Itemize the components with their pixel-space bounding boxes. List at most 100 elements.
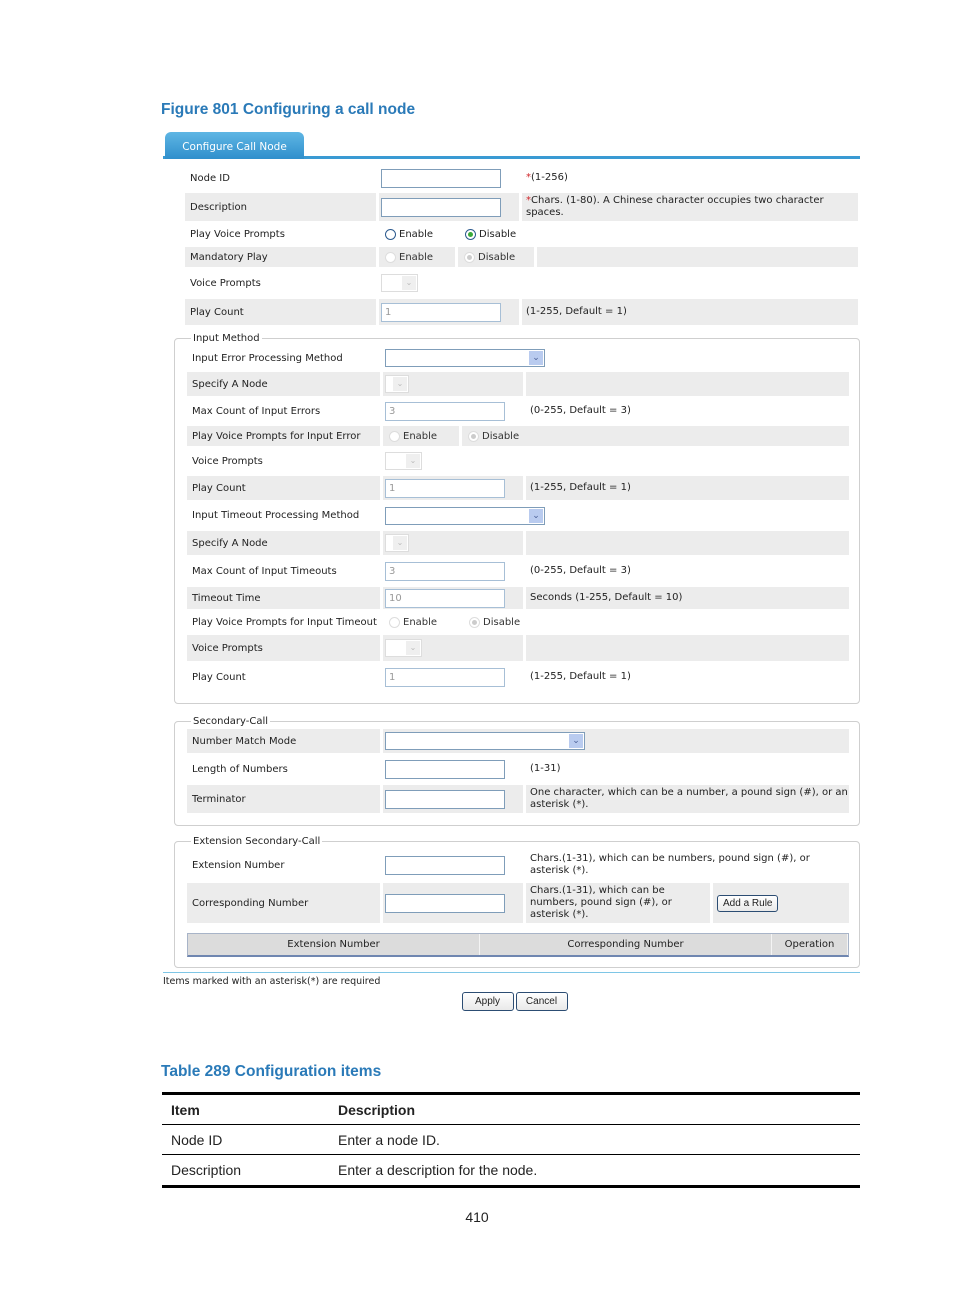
terminator-input[interactable] [385,789,505,809]
play-count-hint: (1-255, Default = 1) [530,671,631,682]
secondary-call-group: Secondary-Call Number Match Mode ⌄ Lengt… [174,716,860,826]
play-count-input[interactable]: 1 [385,667,505,687]
table-row: Node ID Enter a node ID. [162,1125,860,1155]
row-mandatory-play: Mandatory Play Enable Disable [185,247,858,267]
cell-item: Node ID [171,1131,223,1148]
cell-description: Enter a node ID. [338,1131,440,1148]
voice-prompts-label: Voice Prompts [190,277,261,289]
description-label: Description [185,193,376,221]
row-prompts-input-timeout: Play Voice Prompts for Input Timeout Ena… [187,611,849,633]
radio-selected-icon [465,228,476,240]
play-voice-prompts-enable-radio[interactable]: Enable [385,228,461,240]
header-description: Description [338,1101,416,1118]
configuration-items-table: Item Description Node ID Enter a node ID… [162,1092,860,1188]
basic-settings: Node ID * (1-256) Description *Chars. (1-… [163,165,860,325]
voice-prompts-select[interactable]: ⌄ [385,452,422,470]
radio-icon [389,430,400,442]
extension-number-label: Extension Number [192,859,285,871]
row-length-of-numbers: Length of Numbers (1-31) [187,755,849,783]
apply-button[interactable]: Apply [461,992,514,1011]
prompts-timeout-disable-radio[interactable]: Disable [469,616,545,628]
required-note: Items marked with an asterisk(*) are req… [163,976,381,987]
specify-node-select[interactable]: ⌄ [385,375,409,393]
row-play-voice-prompts: Play Voice Prompts Enable Disable [185,223,858,245]
max-input-timeouts-hint: (0-255, Default = 3) [530,565,631,576]
max-input-timeouts-input[interactable]: 3 [385,561,505,581]
table-header-row: Item Description [162,1095,860,1125]
row-max-input-timeouts: Max Count of Input Timeouts 3 (0-255, De… [187,557,849,585]
row-play-count-timeout: Play Count 1 (1-255, Default = 1) [187,663,849,691]
max-input-errors-input[interactable]: 3 [385,401,505,421]
play-count-hint: (1-255, Default = 1) [526,476,849,500]
chevron-down-icon: ⌄ [529,351,543,365]
row-timeout-time: Timeout Time 10 Seconds (1-255, Default … [187,587,849,609]
specify-node-select[interactable]: ⌄ [385,534,409,552]
column-operation[interactable]: Operation [772,934,848,955]
timeout-time-hint: Seconds (1-255, Default = 10) [526,587,849,609]
row-terminator: Terminator One character, which can be a… [187,785,849,813]
chevron-down-icon: ⌄ [393,536,407,550]
cell-description: Enter a description for the node. [338,1162,538,1178]
node-id-hint: (1-256) [531,172,568,183]
prompts-timeout-enable-radio[interactable]: Enable [389,616,465,628]
chevron-down-icon: ⌄ [529,508,543,523]
play-count-input[interactable]: 1 [385,478,505,498]
row-max-input-errors: Max Count of Input Errors 3 (0-255, Defa… [187,398,849,424]
radio-icon [389,616,400,628]
rules-table-header: Extension Number Corresponding Number Op… [187,933,849,957]
prompts-error-disable-radio[interactable]: Disable [468,430,544,442]
input-timeout-method-label: Input Timeout Processing Method [192,510,360,521]
column-extension-number[interactable]: Extension Number [188,934,480,955]
radio-selected-icon [469,616,480,628]
description-input[interactable] [381,197,501,217]
chevron-down-icon: ⌄ [406,454,420,468]
mandatory-play-disable-radio[interactable]: Disable [464,251,534,263]
column-corresponding-number[interactable]: Corresponding Number [480,934,772,955]
length-of-numbers-label: Length of Numbers [192,763,288,775]
figure-caption: Figure 801 Configuring a call node [161,101,416,118]
length-of-numbers-input[interactable] [385,759,505,779]
play-count-input[interactable]: 1 [381,302,501,322]
row-specify-node: Specify A Node ⌄ [187,372,849,396]
table-caption: Table 289 Configuration items [161,1063,382,1080]
row-input-error-method: Input Error Processing Method ⌄ [187,346,849,370]
corresponding-number-input[interactable] [385,893,505,913]
play-voice-prompts-disable-radio[interactable]: Disable [465,228,541,240]
row-input-timeout-method: Input Timeout Processing Method ⌄ [187,502,849,529]
voice-prompts-select[interactable]: ⌄ [385,639,422,657]
play-count-hint: (1-255, Default = 1) [522,299,858,325]
extension-secondary-call-group: Extension Secondary-Call Extension Numbe… [174,836,860,968]
row-description: Description *Chars. (1-80). A Chinese ch… [185,193,858,221]
play-count-label: Play Count [192,671,246,683]
max-input-errors-label: Max Count of Input Errors [192,405,321,417]
row-play-count: Play Count 1 (1-255, Default = 1) [187,476,849,500]
tab-configure-call-node[interactable]: Configure Call Node [165,132,304,159]
voice-prompts-label: Voice Prompts [192,455,263,467]
cancel-button[interactable]: Cancel [515,992,568,1011]
input-method-group: Input Method Input Error Processing Meth… [174,333,860,704]
extension-number-hint: Chars.(1-31), which can be numbers, poun… [530,853,810,876]
number-match-mode-select[interactable]: ⌄ [385,732,585,750]
cell-item: Description [171,1162,242,1178]
timeout-time-input[interactable]: 10 [385,588,505,608]
add-rule-button[interactable]: Add a Rule [717,894,779,912]
voice-prompts-select[interactable]: ⌄ [381,274,418,292]
chevron-down-icon: ⌄ [406,641,420,655]
row-specify-node-timeout: Specify A Node ⌄ [187,531,849,555]
play-voice-prompts-label: Play Voice Prompts [190,228,285,240]
terminator-hint: One character, which can be a number, a … [526,785,849,813]
input-error-method-select[interactable]: ⌄ [385,349,545,367]
mandatory-play-label: Mandatory Play [185,247,376,267]
input-error-method-label: Input Error Processing Method [192,352,343,364]
extension-number-input[interactable] [385,855,505,875]
mandatory-play-enable-radio[interactable]: Enable [385,251,455,263]
node-id-input[interactable] [381,168,501,188]
row-number-match-mode: Number Match Mode ⌄ [187,729,849,753]
length-of-numbers-hint: (1-31) [530,763,561,774]
input-timeout-method-select[interactable]: ⌄ [385,506,545,525]
prompts-input-timeout-label: Play Voice Prompts for Input Timeout [192,616,377,628]
configure-call-node-panel: Configure Call Node Node ID * (1-256) Des… [163,130,860,1011]
prompts-error-enable-radio[interactable]: Enable [389,430,459,442]
node-id-label: Node ID [190,172,230,184]
extension-secondary-call-legend: Extension Secondary-Call [193,836,321,847]
